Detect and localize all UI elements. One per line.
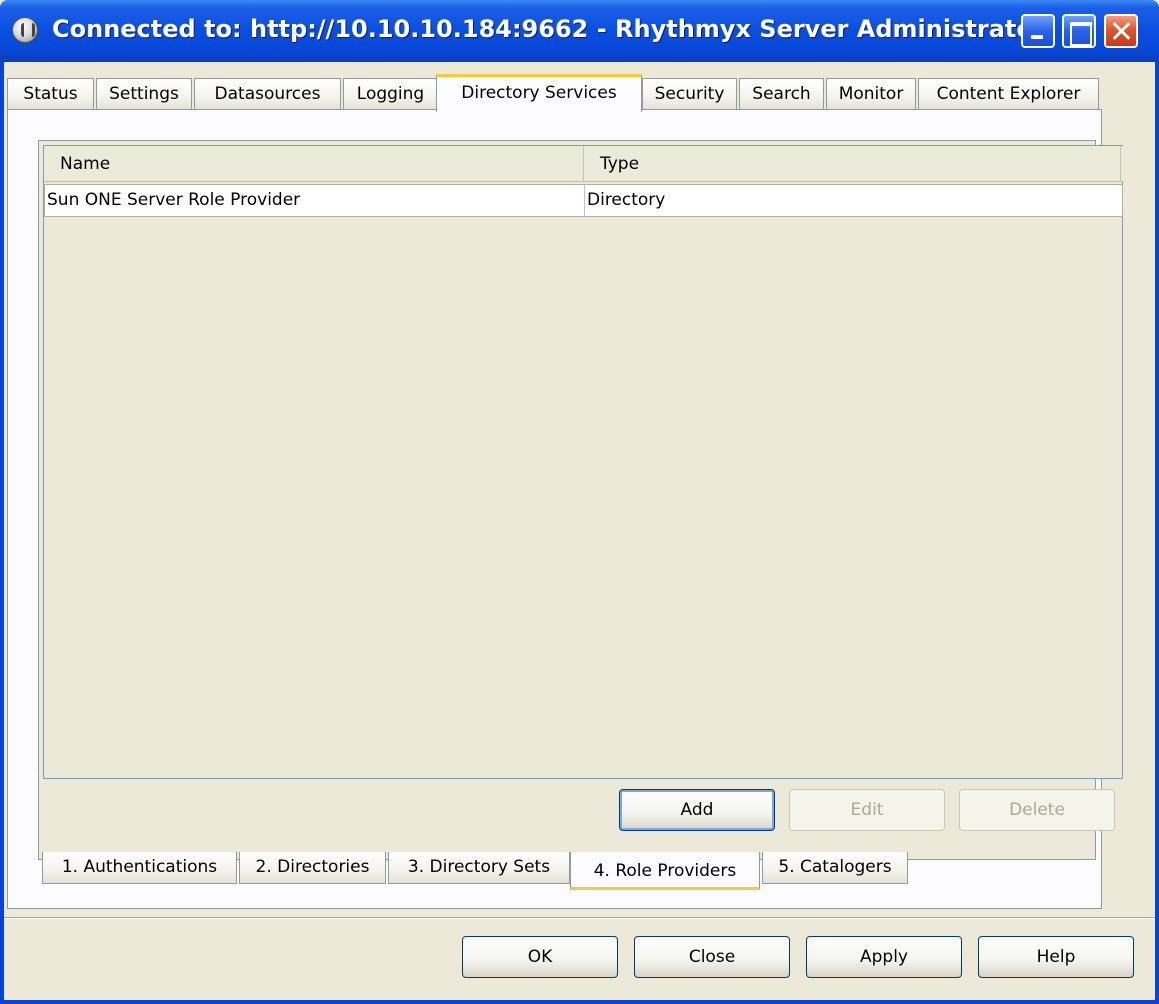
column-header-name[interactable]: Name	[44, 146, 584, 181]
tab-content-explorer[interactable]: Content Explorer	[918, 78, 1099, 110]
tab-catalogers[interactable]: 5. Catalogers	[762, 852, 908, 884]
tab-directories[interactable]: 2. Directories	[239, 852, 386, 884]
role-providers-panel: Name Type Sun ONE Server Role Provider D…	[38, 140, 1123, 860]
tab-monitor[interactable]: Monitor	[826, 78, 916, 110]
tab-search[interactable]: Search	[739, 78, 824, 110]
ok-button[interactable]: OK	[462, 936, 618, 978]
window-title: Connected to: http://10.10.10.184:9662 -…	[52, 15, 1045, 43]
edit-button[interactable]: Edit	[789, 789, 945, 831]
close-window-button[interactable]	[1104, 14, 1138, 48]
close-button[interactable]: Close	[634, 936, 790, 978]
add-button[interactable]: Add	[619, 789, 775, 831]
table-header: Name Type	[44, 146, 1123, 182]
tab-settings[interactable]: Settings	[96, 78, 192, 110]
tab-directory-services[interactable]: Directory Services	[436, 74, 642, 112]
tab-role-providers[interactable]: 4. Role Providers	[570, 852, 760, 890]
table-row[interactable]: Sun ONE Server Role Provider Directory	[44, 184, 1123, 217]
app-icon	[12, 17, 38, 43]
tab-status[interactable]: Status	[7, 78, 94, 110]
directory-services-panel: Name Type Sun ONE Server Role Provider D…	[7, 109, 1123, 909]
tab-authentications[interactable]: 1. Authentications	[42, 852, 237, 884]
role-providers-table: Name Type Sun ONE Server Role Provider D…	[43, 145, 1123, 779]
app-window: Connected to: http://10.10.10.184:9662 -…	[0, 0, 1159, 1004]
minimize-button[interactable]	[1021, 14, 1055, 48]
delete-button[interactable]: Delete	[959, 789, 1115, 831]
tab-directory-sets[interactable]: 3. Directory Sets	[388, 852, 570, 884]
cell-type: Directory	[584, 185, 1122, 216]
column-header-type[interactable]: Type	[584, 146, 1121, 181]
window-frame-right	[1155, 62, 1159, 1004]
title-bar[interactable]: Connected to: http://10.10.10.184:9662 -…	[0, 0, 1159, 62]
cell-name: Sun ONE Server Role Provider	[47, 190, 301, 210]
tab-datasources[interactable]: Datasources	[194, 78, 341, 110]
apply-button[interactable]: Apply	[806, 936, 962, 978]
maximize-button[interactable]	[1062, 14, 1096, 48]
window-frame-bottom	[0, 1000, 1159, 1004]
footer-divider	[4, 917, 1155, 919]
client-area: Status Settings Datasources Logging Dire…	[4, 62, 1155, 1000]
help-button[interactable]: Help	[978, 936, 1134, 978]
tab-logging[interactable]: Logging	[343, 78, 438, 110]
tab-security[interactable]: Security	[642, 78, 737, 110]
